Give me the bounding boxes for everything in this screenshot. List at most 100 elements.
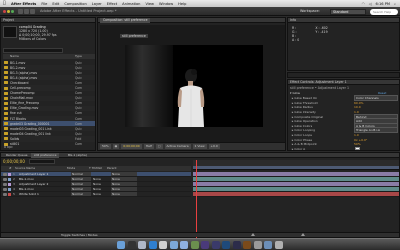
system-prefs-icon[interactable] (253, 240, 262, 249)
layer-row[interactable]: 5 White Solid 1 Normal None None (1, 192, 191, 197)
search-help-input[interactable]: Search Help (370, 8, 398, 15)
column-number[interactable]: # (1, 166, 15, 171)
aftereffects-icon[interactable] (211, 240, 220, 249)
layer-name[interactable]: Adjustment Layer 2 (19, 182, 71, 186)
tab-still-preference[interactable]: still preference (31, 153, 60, 158)
menubar-clock[interactable]: 6:16 PM (376, 2, 390, 6)
zoom-tool-icon[interactable] (30, 9, 35, 14)
ical-icon[interactable] (159, 240, 168, 249)
layer-parent-select[interactable]: None (111, 187, 137, 191)
volume-icon[interactable]: ◁ (369, 2, 372, 6)
menu-edit[interactable]: Edit (52, 2, 59, 6)
photoshop-icon[interactable] (222, 240, 231, 249)
label-color-swatch[interactable] (8, 192, 11, 196)
project-item[interactable]: still01 Com (3, 142, 95, 147)
tab-effect-controls[interactable]: Effect Controls: Adjustment Layer 1 (288, 80, 399, 85)
project-item[interactable]: ChainMail.mov Quic (3, 95, 95, 101)
hand-tool-icon[interactable] (24, 9, 29, 14)
tab-bg-1[interactable]: BG-1 (alpha) (65, 153, 90, 158)
illustrator-icon[interactable] (243, 240, 252, 249)
layer-parent-select[interactable]: None (111, 192, 137, 196)
layer-mode-select[interactable]: Normal (71, 177, 91, 181)
safari-icon[interactable] (148, 240, 157, 249)
zoom-window-icon[interactable] (11, 10, 14, 13)
timeline-search-input[interactable] (29, 159, 55, 164)
spotlight-icon[interactable]: ⌕ (394, 2, 396, 6)
project-item[interactable]: FLT Blocks Com (3, 116, 95, 122)
column-parent[interactable]: Parent (107, 166, 133, 171)
iphoto-icon[interactable] (190, 240, 199, 249)
menu-app-name[interactable]: After Effects (11, 2, 36, 6)
color-swatch[interactable] (355, 147, 360, 151)
column-source-name[interactable]: Source Name (15, 166, 67, 171)
layer-trkmat-select[interactable]: None (93, 182, 109, 186)
eye-icon[interactable] (3, 182, 7, 186)
tab-composition[interactable]: Composition: still preference (100, 18, 151, 23)
premiere-icon[interactable] (201, 240, 210, 249)
layer-name[interactable]: Adjustment Layer 1 (19, 172, 71, 176)
exposure-value[interactable]: +0.0 (208, 144, 220, 149)
project-item[interactable]: ChamePrecomp Com (3, 91, 95, 96)
menu-animation[interactable]: Animation (122, 2, 140, 6)
eye-icon[interactable] (3, 187, 7, 191)
comp-name-chip[interactable]: still preference (120, 34, 148, 38)
project-item[interactable]: Elite_fine_Precomp Com (3, 101, 95, 106)
eye-icon[interactable] (3, 172, 7, 176)
project-item[interactable]: fine cut Com (3, 111, 95, 116)
project-item[interactable]: BG-2.mov Quic (3, 65, 95, 71)
project-item[interactable]: grade03 Grading_000001 Com (3, 121, 95, 127)
project-item[interactable]: model03 Grading_001 Link Quic (3, 126, 95, 132)
info-panel-tab[interactable]: Info (288, 18, 399, 23)
preview-icon[interactable] (169, 240, 178, 249)
layer-parent-select[interactable]: None (111, 182, 137, 186)
layer-mode-select[interactable]: Normal (71, 182, 91, 186)
layer-mode-select[interactable]: Normal (71, 192, 91, 196)
itunes-icon[interactable] (180, 240, 189, 249)
layer-name[interactable]: BG-1.mov (19, 187, 71, 191)
menu-window[interactable]: Window (159, 2, 173, 6)
column-name[interactable]: Name (3, 54, 75, 59)
comp-frame[interactable] (125, 45, 263, 127)
layer-trkmat-select[interactable]: None (93, 187, 109, 191)
finder-icon[interactable] (117, 240, 126, 249)
toggle-switches-modes[interactable]: Toggle Switches / Modes (61, 233, 98, 237)
current-time[interactable]: 0;00;00;00 (121, 144, 142, 149)
eye-icon[interactable] (3, 192, 7, 196)
menu-effect[interactable]: Effect (107, 2, 117, 6)
zoom-in-icon[interactable] (301, 233, 305, 236)
zoom-out-icon[interactable] (251, 233, 255, 236)
project-item[interactable]: Solids Fold (3, 136, 95, 142)
layer-trkmat-select[interactable]: None (93, 177, 109, 181)
layer-parent-select[interactable]: None (111, 172, 137, 176)
menu-view[interactable]: View (145, 2, 154, 6)
project-bpc[interactable]: 8 bpc (4, 145, 13, 149)
region-of-interest-icon[interactable]: ▢ (155, 144, 163, 149)
project-search-input[interactable] (3, 48, 63, 53)
composition-viewer[interactable]: still preference (100, 25, 285, 142)
wifi-icon[interactable]: ◠ (362, 2, 365, 6)
trash-icon[interactable] (274, 240, 283, 249)
dashboard-icon[interactable] (127, 240, 136, 249)
label-color-swatch[interactable] (8, 182, 11, 186)
view-layout-select[interactable]: 1 View (192, 144, 207, 149)
layer-parent-select[interactable]: None (111, 177, 137, 181)
menu-file[interactable]: File (41, 2, 47, 6)
project-item[interactable]: BG-4 (alpha).mov Quic (3, 75, 95, 81)
active-camera-select[interactable]: Active Camera (164, 144, 191, 149)
playhead[interactable] (196, 160, 197, 238)
folder-icon[interactable] (264, 240, 273, 249)
column-mode[interactable]: Mode (67, 166, 89, 171)
label-color-swatch[interactable] (8, 172, 11, 176)
project-item[interactable]: Checkboard Com (3, 80, 95, 85)
project-item[interactable]: Cell-precomp Com (3, 85, 95, 91)
minimize-window-icon[interactable] (7, 10, 10, 13)
workspace-select[interactable]: Standard (330, 8, 366, 15)
layer-mode-select[interactable]: Normal (71, 187, 91, 191)
work-area-bar[interactable] (193, 166, 399, 169)
project-item[interactable]: model04 Grading_001 link Quic (3, 131, 95, 136)
tab-render-queue[interactable]: Render Queue (3, 153, 31, 158)
menu-layer[interactable]: Layer (92, 2, 102, 6)
mail-icon[interactable] (138, 240, 147, 249)
resolution-select[interactable]: Half (143, 144, 154, 149)
camera-snapshot-icon[interactable]: ◉ (112, 144, 120, 149)
